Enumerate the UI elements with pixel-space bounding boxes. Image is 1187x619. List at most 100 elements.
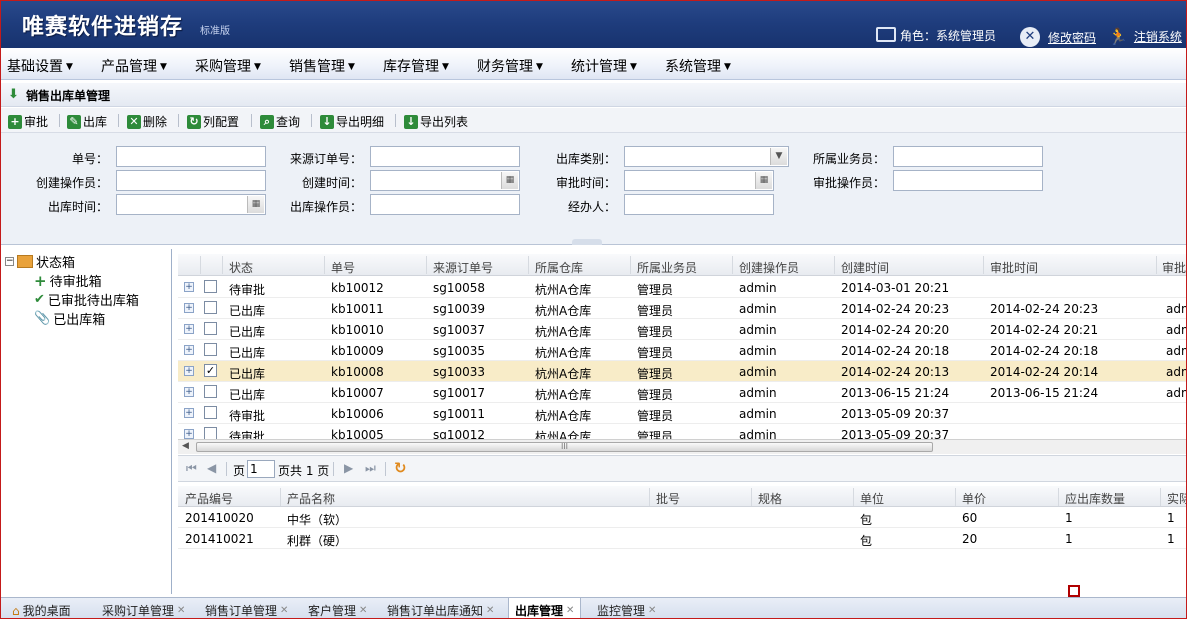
col-unit-price[interactable]: 单价 [962, 490, 986, 507]
tree-item-pending-approval[interactable]: + 待审批箱 [34, 271, 102, 291]
table-row[interactable]: + 待审批 kb10006 sg10011 杭州A仓库 管理员 admin 2013-05-0… [178, 403, 1187, 424]
export-detail-button[interactable]: ↓ 导出明细 [320, 113, 384, 130]
creator-input[interactable] [116, 170, 266, 191]
row-checkbox[interactable] [204, 280, 217, 293]
outbound-operator-input[interactable] [370, 194, 520, 215]
approver-input[interactable] [893, 170, 1043, 191]
col-source-order[interactable]: 来源订单号 [433, 259, 493, 276]
col-warehouse[interactable]: 所属仓库 [535, 259, 583, 276]
row-checkbox[interactable] [204, 301, 217, 314]
page-number-input[interactable] [247, 460, 275, 478]
collapse-minus-icon[interactable]: − [5, 257, 14, 266]
col-product-code[interactable]: 产品编号 [185, 490, 233, 507]
col-creator[interactable]: 创建操作员 [739, 259, 799, 276]
menu-sales[interactable]: 销售管理 ▼ [289, 56, 355, 76]
row-checkbox[interactable] [204, 322, 217, 335]
outbound-button[interactable]: ✎ 出库 [67, 113, 107, 130]
table-row[interactable]: + 已出库 kb10010 sg10037 杭州A仓库 管理员 admin 2014-02-2… [178, 319, 1187, 340]
table-row[interactable]: + 已出库 kb10011 sg10039 杭州A仓库 管理员 admin 2014-02-2… [178, 298, 1187, 319]
close-icon[interactable]: ✕ [648, 605, 656, 616]
menu-product[interactable]: 产品管理 ▼ [101, 56, 167, 76]
tab-customers[interactable]: 客户管理 ✕ [308, 598, 367, 619]
row-checkbox[interactable] [204, 385, 217, 398]
calendar-icon[interactable]: ▦ [501, 172, 518, 189]
calendar-icon[interactable]: ▦ [755, 172, 772, 189]
col-expected-qty[interactable]: 应出库数量 [1065, 490, 1125, 507]
table-row[interactable]: + 待审批 kb10012 sg10058 杭州A仓库 管理员 admin 2014-03-0… [178, 277, 1187, 298]
detail-row[interactable]: 201410021 利群（硬） 包 20 1 1 [178, 528, 1187, 549]
tab-monitoring[interactable]: 监控管理 ✕ [597, 598, 656, 619]
col-salesperson[interactable]: 所属业务员 [637, 259, 697, 276]
col-approver[interactable]: 审批 [1162, 259, 1186, 276]
tab-sales-orders[interactable]: 销售订单管理 ✕ [205, 598, 288, 619]
column-config-button[interactable]: ↻ 列配置 [187, 113, 239, 130]
close-icon[interactable]: ✕ [566, 605, 574, 616]
scroll-thumb[interactable]: III [196, 442, 933, 452]
menu-purchase[interactable]: 采购管理 ▼ [195, 56, 261, 76]
tree-item-outbound[interactable]: 📎 已出库箱 [34, 309, 105, 328]
table-row[interactable]: + 已出库 kb10007 sg10017 杭州A仓库 管理员 admin 2013-06-1… [178, 382, 1187, 403]
expand-row-icon[interactable]: + [184, 345, 194, 355]
expand-row-icon[interactable]: + [184, 366, 194, 376]
close-icon[interactable]: ✕ [177, 605, 185, 616]
col-batch[interactable]: 批号 [656, 490, 680, 507]
row-checkbox[interactable] [204, 406, 217, 419]
close-icon[interactable]: ✕ [359, 605, 367, 616]
calendar-icon[interactable]: ▦ [247, 196, 264, 213]
menu-system[interactable]: 系统管理 ▼ [665, 56, 731, 76]
row-checkbox[interactable] [204, 343, 217, 356]
collapse-handle[interactable] [572, 239, 602, 245]
approve-time-input[interactable]: ▦ [624, 170, 774, 191]
col-spec[interactable]: 规格 [758, 490, 782, 507]
close-icon[interactable]: ✕ [280, 605, 288, 616]
tree-item-approved-pending-outbound[interactable]: ✔ 已审批待出库箱 [34, 290, 139, 309]
expand-row-icon[interactable]: + [184, 387, 194, 397]
create-time-input[interactable]: ▦ [370, 170, 520, 191]
col-create-time[interactable]: 创建时间 [841, 259, 889, 276]
source-order-input[interactable] [370, 146, 520, 167]
chevron-down-icon[interactable]: ▼ [770, 148, 787, 165]
horizontal-scrollbar[interactable]: ◀ III [178, 439, 1187, 454]
expand-row-icon[interactable]: + [184, 303, 194, 313]
expand-row-icon[interactable]: + [184, 408, 194, 418]
menu-statistics[interactable]: 统计管理 ▼ [571, 56, 637, 76]
change-password-text[interactable]: 修改密码 [1048, 29, 1096, 46]
col-unit[interactable]: 单位 [860, 490, 884, 507]
change-password-link[interactable]: ✕ 修改密码 [1020, 27, 1096, 47]
tree-root[interactable]: − 状态箱 [5, 252, 75, 271]
expand-row-icon[interactable]: + [184, 282, 194, 292]
handler-input[interactable] [624, 194, 774, 215]
col-approve-time[interactable]: 审批时间 [990, 259, 1038, 276]
logout-text[interactable]: 注销系统 [1134, 28, 1182, 45]
table-row[interactable]: + ✓ 已出库 kb10008 sg10033 杭州A仓库 管理员 admin 2014-02-… [178, 361, 1187, 382]
outbound-type-select[interactable]: ▼ [624, 146, 789, 167]
logout-link[interactable]: 🏃 注销系统 [1108, 27, 1182, 46]
col-status[interactable]: 状态 [229, 259, 253, 276]
tab-purchase-orders[interactable]: 采购订单管理 ✕ [102, 598, 185, 619]
salesperson-input[interactable] [893, 146, 1043, 167]
next-page-icon[interactable]: ▶ [344, 461, 353, 475]
detail-row[interactable]: 201410020 中华（软） 包 60 1 1 [178, 507, 1187, 528]
refresh-icon[interactable]: ↻ [394, 459, 407, 477]
table-row[interactable]: + 已出库 kb10009 sg10035 杭州A仓库 管理员 admin 2014-02-2… [178, 340, 1187, 361]
tab-outbound-management[interactable]: 出库管理 ✕ [508, 598, 582, 619]
approve-button[interactable]: + 审批 [8, 113, 48, 130]
tab-sales-outbound-notice[interactable]: 销售订单出库通知 ✕ [387, 598, 494, 619]
table-row[interactable]: + 待审批 kb10005 sg10012 杭州A仓库 管理员 admin 2013-05-0… [178, 424, 1187, 440]
outbound-time-input[interactable]: ▦ [116, 194, 266, 215]
export-list-button[interactable]: ↓ 导出列表 [404, 113, 468, 130]
scroll-left-icon[interactable]: ◀ [182, 441, 189, 451]
col-order-no[interactable]: 单号 [331, 259, 355, 276]
row-checkbox[interactable]: ✓ [204, 364, 217, 377]
prev-page-icon[interactable]: ◀ [207, 461, 216, 475]
order-no-input[interactable] [116, 146, 266, 167]
expand-row-icon[interactable]: + [184, 324, 194, 334]
menu-basic-settings[interactable]: 基础设置 ▼ [7, 56, 73, 76]
menu-finance[interactable]: 财务管理 ▼ [477, 56, 543, 76]
first-page-icon[interactable]: ⏮ [186, 461, 197, 476]
tab-my-desktop[interactable]: ⌂ 我的桌面 [12, 598, 71, 619]
delete-button[interactable]: ✕ 删除 [127, 113, 167, 130]
menu-inventory[interactable]: 库存管理 ▼ [383, 56, 449, 76]
col-actual-qty[interactable]: 实际 [1167, 490, 1187, 507]
col-product-name[interactable]: 产品名称 [287, 490, 335, 507]
